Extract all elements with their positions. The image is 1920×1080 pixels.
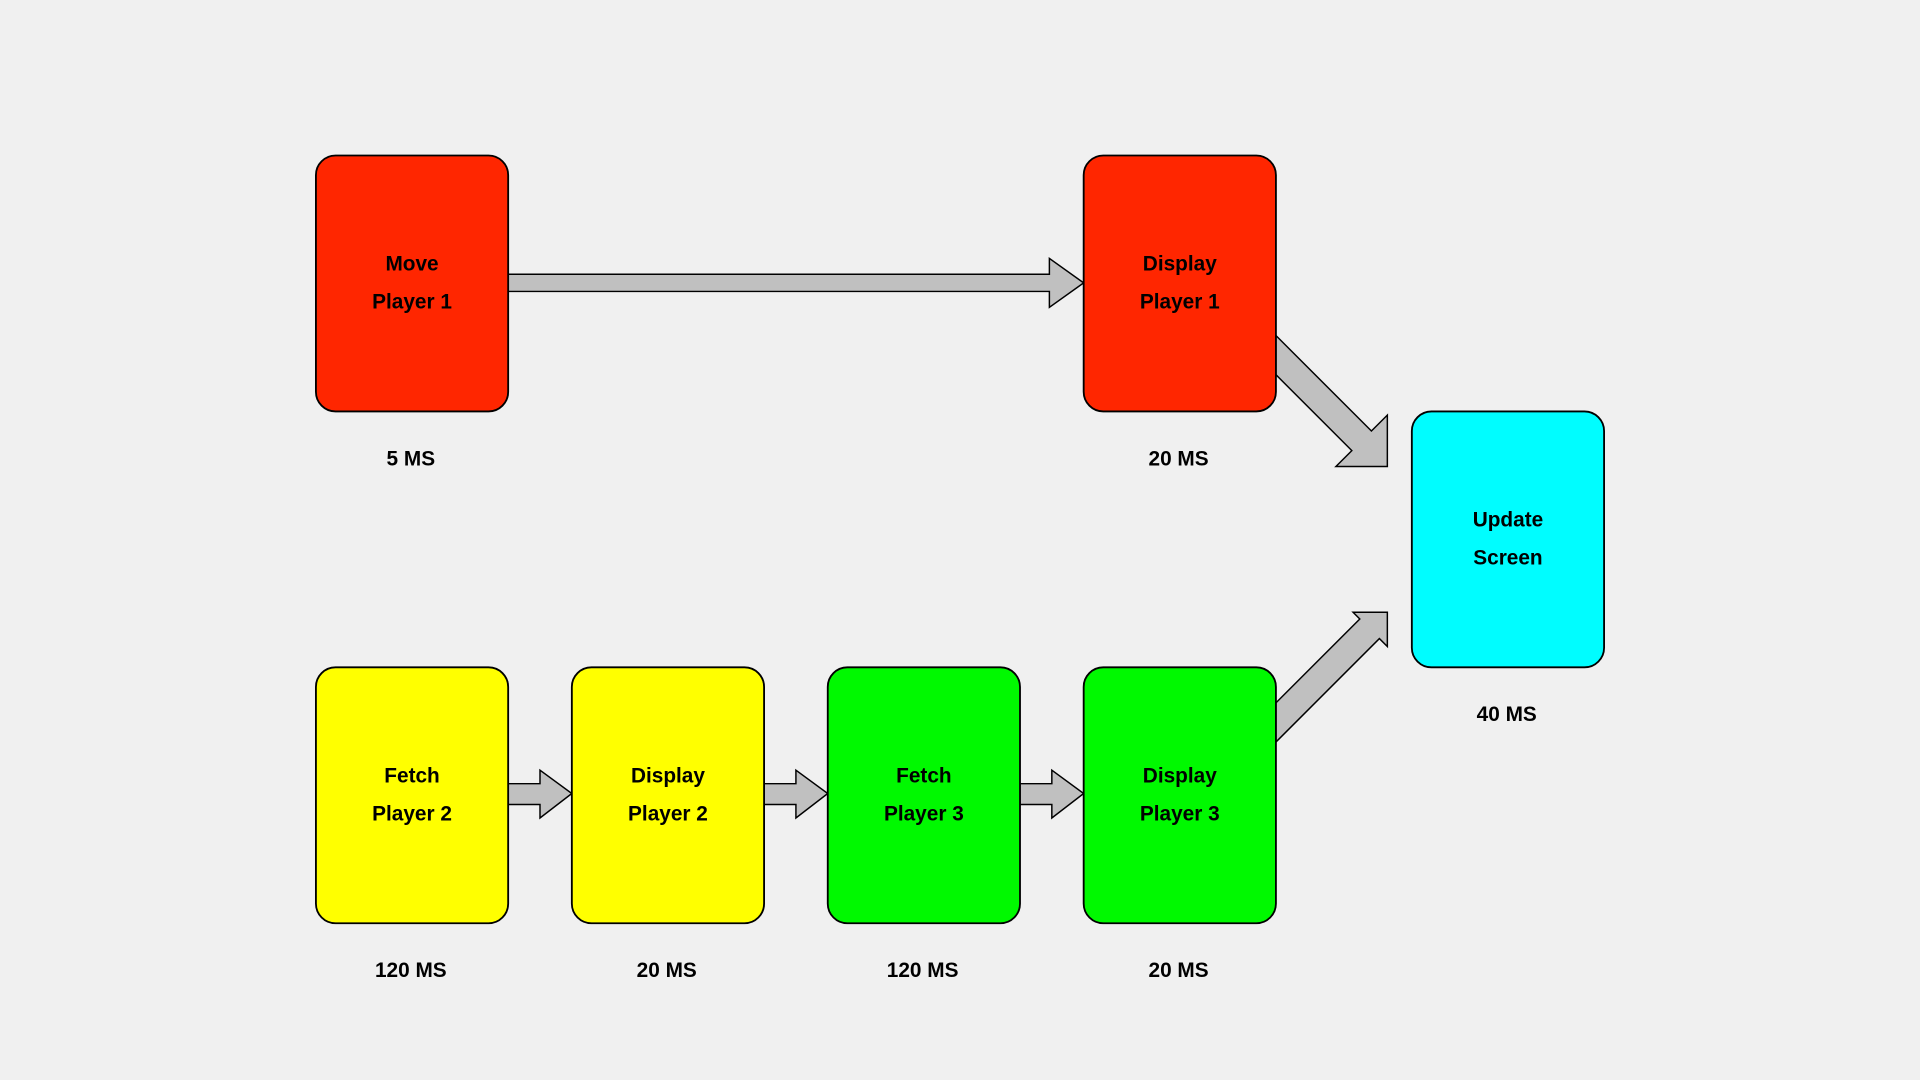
node-label-line: Player 2 [628, 802, 708, 825]
node-label-line: Player 3 [1140, 802, 1220, 825]
node-fetch-player-2: Fetch Player 2 120 MS [315, 666, 510, 982]
node-duration: 120 MS [375, 959, 447, 982]
node-box [315, 154, 510, 413]
node-label-line: Fetch [384, 764, 439, 787]
node-label-line: Player 1 [1140, 291, 1220, 314]
node-box [1082, 154, 1277, 413]
node-label-line: Display [631, 764, 705, 787]
node-label-line: Player 3 [884, 802, 964, 825]
node-label-line: Display [1143, 253, 1217, 276]
node-display-player-2: Display Player 2 20 MS [570, 666, 765, 982]
arrow-move-player-1-to-display-player-1 [507, 256, 1085, 309]
arrow-display-player-2-to-fetch-player-3 [763, 768, 829, 820]
node-display-player-1: Display Player 1 20 MS [1082, 154, 1277, 470]
node-update-screen: Update Screen 40 MS [1410, 410, 1605, 726]
node-box [1082, 666, 1277, 925]
node-label-line: Screen [1473, 546, 1542, 569]
node-move-player-1: Move Player 1 5 MS [315, 154, 510, 470]
flow-diagram: Move Player 1 5 MS Display Player 1 20 MS Fetc… [315, 154, 1605, 982]
node-box [570, 666, 765, 925]
node-label-line: Fetch [896, 764, 951, 787]
node-duration: 20 MS [637, 959, 697, 982]
arrow-fetch-player-3-to-display-player-3 [1019, 768, 1085, 820]
node-duration: 5 MS [387, 447, 436, 470]
node-box [826, 666, 1021, 925]
node-display-player-3: Display Player 3 20 MS [1082, 666, 1277, 982]
node-box [1410, 410, 1605, 669]
node-label-line: Display [1143, 764, 1217, 787]
arrow-display-player-1-to-update-screen [1275, 333, 1389, 468]
node-label-line: Player 2 [372, 802, 452, 825]
node-label-line: Update [1473, 509, 1543, 532]
node-duration: 40 MS [1477, 703, 1537, 726]
arrow-fetch-player-2-to-display-player-2 [507, 768, 574, 820]
node-label-line: Player 1 [372, 291, 452, 314]
node-label-line: Move [385, 253, 438, 276]
node-duration: 120 MS [887, 959, 959, 982]
node-duration: 20 MS [1149, 959, 1209, 982]
node-duration: 20 MS [1149, 447, 1209, 470]
node-fetch-player-3: Fetch Player 3 120 MS [826, 666, 1021, 982]
arrow-display-player-3-to-update-screen [1275, 611, 1389, 744]
node-box [315, 666, 510, 925]
